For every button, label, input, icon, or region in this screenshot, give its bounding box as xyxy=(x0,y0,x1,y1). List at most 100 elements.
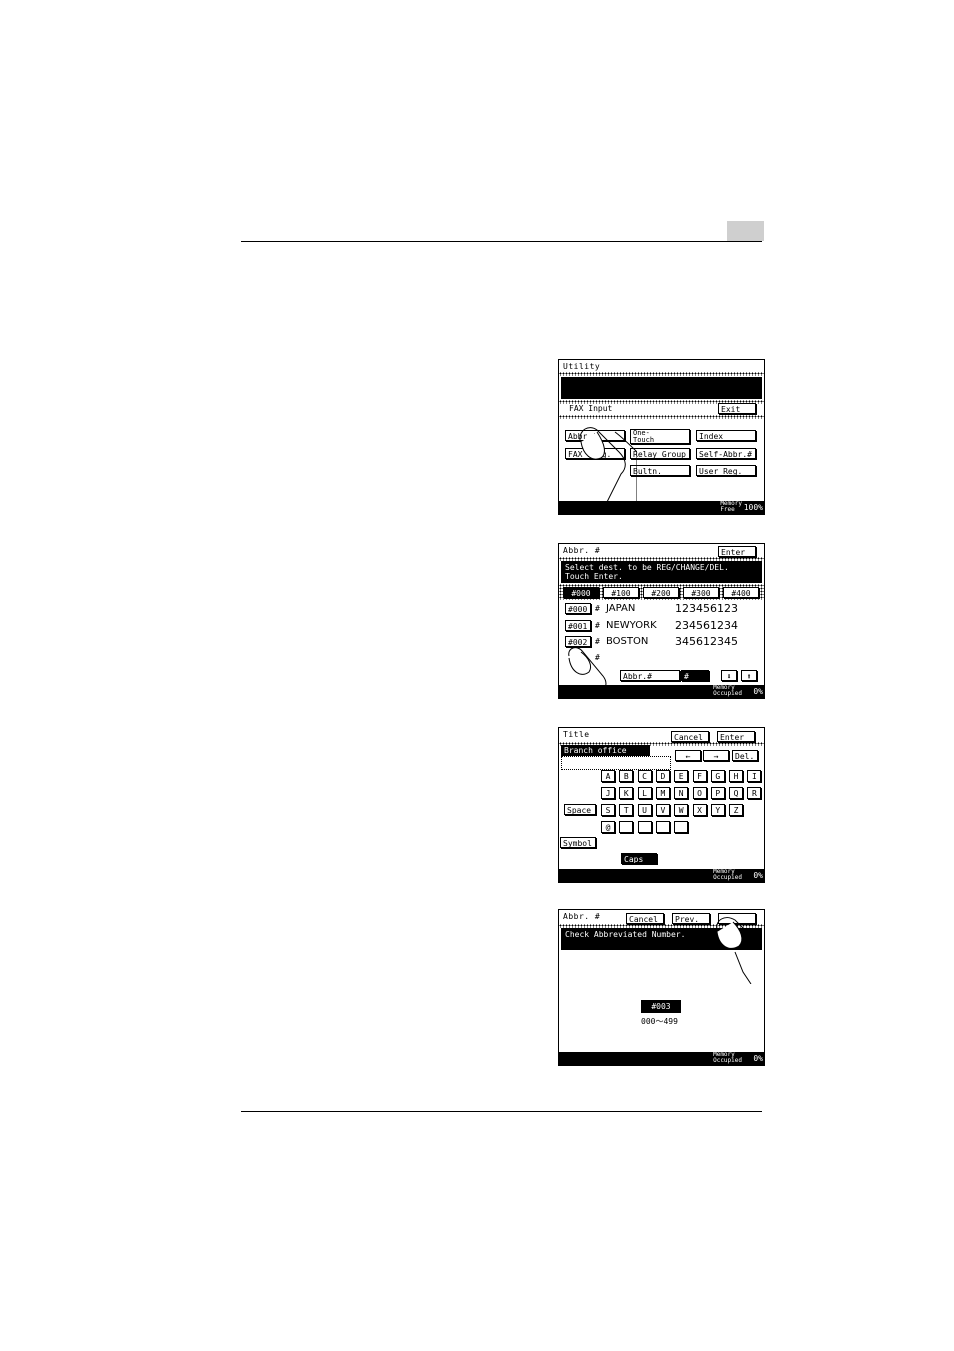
scroll-up-button[interactable]: ⬆ xyxy=(741,670,757,681)
row-name: NEWYORK xyxy=(606,620,657,631)
input-dotted-frame xyxy=(561,756,671,770)
dotted-band xyxy=(559,415,764,419)
delete-button[interactable]: Del. xyxy=(732,750,758,761)
status-footer: Memory Occupied 0% xyxy=(559,685,764,698)
key-j[interactable]: J xyxy=(601,787,615,799)
row-name: JAPAN xyxy=(606,603,636,614)
key-u[interactable]: U xyxy=(637,804,652,816)
section-label: FAX Input xyxy=(569,404,613,413)
key-q[interactable]: Q xyxy=(729,787,744,799)
key-f[interactable]: F xyxy=(692,770,707,782)
hash-mark: # xyxy=(595,621,600,630)
key-b[interactable]: B xyxy=(619,770,634,782)
cancel-button[interactable]: Cancel xyxy=(626,913,664,924)
key-blank[interactable] xyxy=(619,821,634,833)
cursor-right-button[interactable]: → xyxy=(703,750,729,761)
abbr-list-screen: Abbr. # Enter Select dest. to be REG/CHA… xyxy=(558,543,765,699)
status-footer: Memory Occupied 0% xyxy=(559,1052,764,1065)
key-p[interactable]: P xyxy=(710,787,725,799)
row-number-001[interactable]: #001 xyxy=(565,620,591,631)
exit-button[interactable]: Exit xyxy=(718,403,756,414)
memory-value: 0% xyxy=(753,871,763,880)
one-touch-button[interactable]: One- Touch xyxy=(630,429,690,444)
key-a[interactable]: A xyxy=(601,770,615,782)
status-footer: Memory Occupied 0% xyxy=(559,869,764,882)
header-rule xyxy=(241,241,762,242)
key-e[interactable]: E xyxy=(674,770,689,782)
footer-rule xyxy=(241,1111,762,1112)
key-r[interactable]: R xyxy=(747,787,762,799)
one-touch-label-2: Touch xyxy=(633,436,655,444)
symbol-button[interactable]: Symbol xyxy=(560,837,596,848)
utility-screen: Utility FAX Input Exit Abbr.# FAX Prog. … xyxy=(558,359,765,515)
row-phone: 345612345 xyxy=(675,635,738,648)
key-y[interactable]: Y xyxy=(710,804,725,816)
key-z[interactable]: Z xyxy=(729,804,744,816)
memory-value: 0% xyxy=(753,1054,763,1063)
message-bar: Select dest. to be REG/CHANGE/DEL. Touch… xyxy=(561,561,762,583)
cancel-button[interactable]: Cancel xyxy=(671,731,709,742)
pointing-finger-icon xyxy=(579,427,637,502)
arrow-up-icon: ⬆ xyxy=(746,672,752,681)
self-abbr-button[interactable]: Self-Abbr.# xyxy=(696,448,756,459)
key-g[interactable]: G xyxy=(710,770,725,782)
key-w[interactable]: W xyxy=(674,804,689,816)
chapter-tab-marker xyxy=(727,221,764,241)
key-t[interactable]: T xyxy=(619,804,634,816)
key-h[interactable]: H xyxy=(729,770,744,782)
enter-button[interactable]: Enter xyxy=(717,731,755,742)
memory-label: Memory Free xyxy=(720,500,742,513)
screen-title: Abbr. # xyxy=(563,546,601,555)
row-phone: 123456123 xyxy=(675,602,738,615)
message-bar xyxy=(561,377,762,399)
enter-button[interactable]: Enter xyxy=(718,546,756,557)
arrow-right-icon: → xyxy=(713,752,719,761)
space-button[interactable]: Space xyxy=(564,804,596,815)
key-n[interactable]: N xyxy=(674,787,689,799)
key-s[interactable]: S xyxy=(601,804,615,816)
scroll-down-button[interactable]: ⬇ xyxy=(721,670,737,681)
index-button[interactable]: Index xyxy=(696,430,756,441)
key-o[interactable]: O xyxy=(692,787,707,799)
key-i[interactable]: I xyxy=(747,770,762,782)
tab-000[interactable]: #000 xyxy=(563,587,599,598)
abbr-number-value[interactable]: # xyxy=(681,670,709,681)
abbr-number-display: #003 xyxy=(641,1000,681,1013)
key-l[interactable]: L xyxy=(637,787,652,799)
screen-title: Abbr. # xyxy=(563,912,601,921)
key-m[interactable]: M xyxy=(655,787,670,799)
memory-value: 100% xyxy=(743,503,763,512)
key-d[interactable]: D xyxy=(655,770,670,782)
key-x[interactable]: X xyxy=(692,804,707,816)
row-number-000[interactable]: #000 xyxy=(565,603,591,614)
memory-label: Memory Occupied xyxy=(713,1051,742,1064)
title-input-field[interactable]: Branch office xyxy=(561,745,650,756)
arrow-down-icon: ⬇ xyxy=(726,672,732,681)
pointing-finger-icon xyxy=(716,917,760,984)
caps-button[interactable]: Caps xyxy=(621,853,657,864)
status-footer: Memory Free 100% xyxy=(559,501,764,514)
tab-400[interactable]: #400 xyxy=(723,587,759,598)
screen-title: Title xyxy=(563,730,590,739)
memory-value: 0% xyxy=(753,687,763,696)
key-k[interactable]: K xyxy=(619,787,634,799)
key-blank[interactable] xyxy=(674,821,689,833)
user-reg-button[interactable]: User Reg. xyxy=(696,465,756,476)
tab-100[interactable]: #100 xyxy=(603,587,639,598)
prev-button[interactable]: Prev. xyxy=(672,913,710,924)
abbr-number-field[interactable]: Abbr.# xyxy=(620,670,680,681)
relay-group-button[interactable]: Relay Group xyxy=(630,448,690,459)
key-@[interactable]: @ xyxy=(601,821,615,833)
row-phone: 234561234 xyxy=(675,619,738,632)
tab-200[interactable]: #200 xyxy=(643,587,679,598)
key-v[interactable]: V xyxy=(655,804,670,816)
key-c[interactable]: C xyxy=(637,770,652,782)
key-blank[interactable] xyxy=(637,821,652,833)
key-blank[interactable] xyxy=(655,821,670,833)
hash-mark: # xyxy=(595,604,600,613)
bultn-button[interactable]: Bultn. xyxy=(630,465,690,476)
arrow-left-icon: ← xyxy=(685,752,691,761)
dotted-band xyxy=(559,372,764,376)
cursor-left-button[interactable]: ← xyxy=(675,750,701,761)
tab-300[interactable]: #300 xyxy=(683,587,719,598)
